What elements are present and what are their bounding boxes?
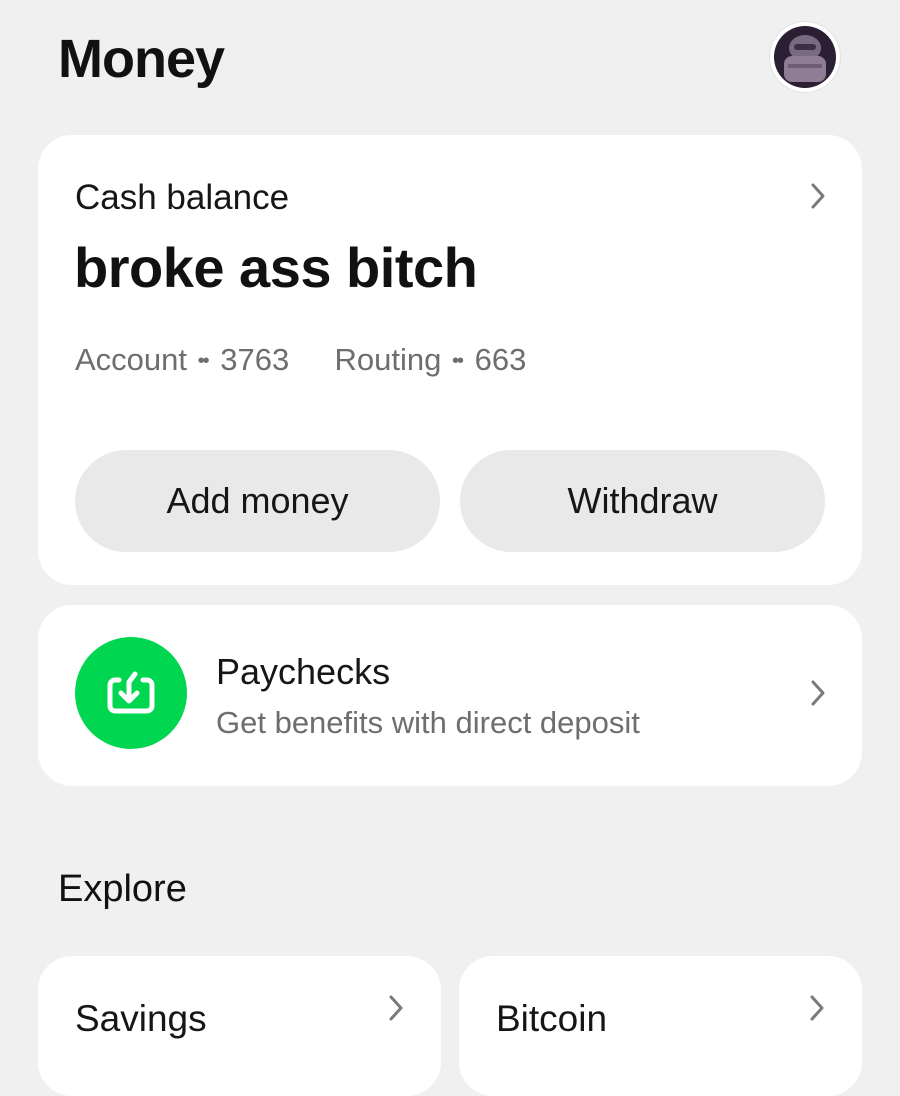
savings-tile[interactable]: Savings bbox=[38, 956, 441, 1096]
chevron-right-icon[interactable] bbox=[803, 678, 833, 708]
bitcoin-tile[interactable]: Bitcoin bbox=[459, 956, 862, 1096]
avatar[interactable] bbox=[770, 22, 840, 92]
profile-avatar-icon bbox=[774, 26, 836, 88]
account-number: 3763 bbox=[220, 342, 290, 377]
account-label: Account bbox=[75, 342, 188, 377]
chevron-right-icon[interactable] bbox=[802, 993, 832, 1023]
bitcoin-tile-label: Bitcoin bbox=[496, 998, 608, 1039]
account-routing-info: Account •• 3763 Routing •• 663 bbox=[75, 342, 526, 378]
account-mask-dots: •• bbox=[197, 350, 210, 372]
routing-mask-dots: •• bbox=[451, 350, 464, 372]
cash-balance-label: Cash balance bbox=[75, 178, 290, 217]
explore-section-title: Explore bbox=[58, 868, 187, 910]
paychecks-card[interactable]: Paychecks Get benefits with direct depos… bbox=[38, 605, 862, 786]
chevron-right-icon[interactable] bbox=[381, 993, 411, 1023]
direct-deposit-icon bbox=[75, 637, 187, 749]
savings-tile-label: Savings bbox=[75, 998, 207, 1039]
routing-label: Routing bbox=[334, 342, 442, 377]
paychecks-title: Paychecks bbox=[216, 651, 391, 692]
balance-amount: broke ass bitch bbox=[74, 236, 478, 299]
cash-balance-card[interactable]: Cash balance broke ass bitch Account •• … bbox=[38, 135, 862, 585]
withdraw-button[interactable]: Withdraw bbox=[460, 450, 825, 552]
chevron-right-icon[interactable] bbox=[803, 181, 833, 211]
routing-number: 663 bbox=[474, 342, 527, 377]
paychecks-subtitle: Get benefits with direct deposit bbox=[216, 705, 640, 740]
add-money-button[interactable]: Add money bbox=[75, 450, 440, 552]
page-title: Money bbox=[58, 29, 225, 89]
